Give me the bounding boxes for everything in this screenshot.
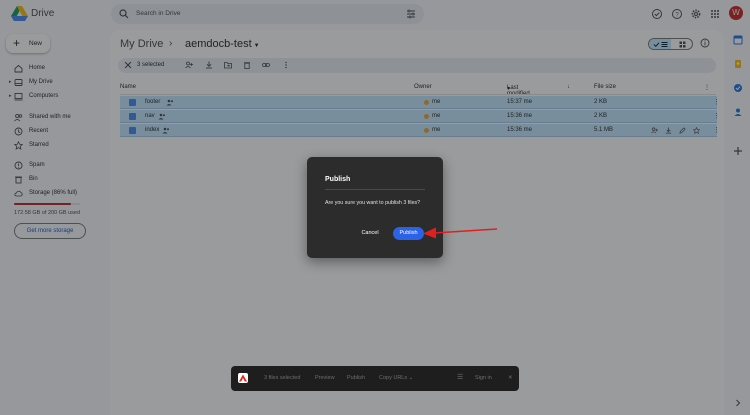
dialog-divider	[325, 189, 425, 190]
publish-button[interactable]: Publish	[347, 375, 365, 381]
preview-button[interactable]: Preview	[315, 375, 335, 381]
menu-icon[interactable]: ☰	[457, 373, 463, 381]
annotation-arrow	[423, 227, 498, 239]
adobe-logo-icon[interactable]	[238, 373, 248, 383]
chevron-down-icon: ⌄	[408, 375, 414, 381]
dialog-title: Publish	[325, 176, 351, 183]
sign-in-button[interactable]: Sign in	[475, 375, 492, 381]
copy-urls-button[interactable]: Copy URLs ⌄	[379, 375, 413, 381]
cancel-button[interactable]: Cancel	[357, 228, 383, 239]
sidekick-toolbar: 3 files selected Preview Publish Copy UR…	[231, 366, 519, 391]
files-selected-label: 3 files selected	[264, 375, 301, 381]
adobe-logo-mark	[239, 374, 247, 382]
dialog-message: Are you sure you want to publish 3 files…	[325, 200, 421, 206]
close-icon[interactable]: ✕	[508, 375, 513, 381]
copy-urls-label: Copy URLs	[379, 375, 408, 381]
publish-dialog: Publish Are you sure you want to publish…	[307, 157, 443, 258]
